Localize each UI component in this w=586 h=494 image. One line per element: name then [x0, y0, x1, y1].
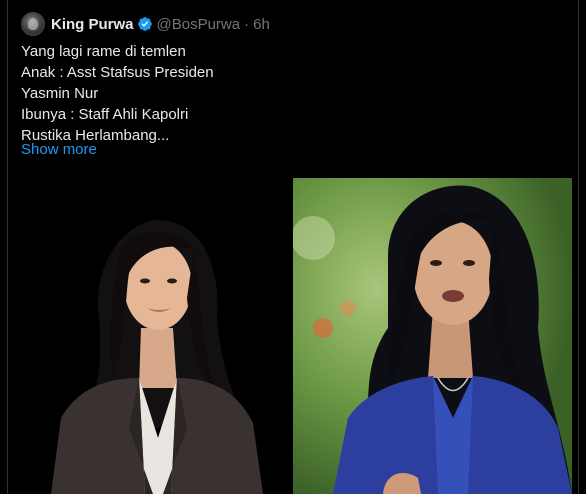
tweet-line: Anak : Asst Stafsus Presiden	[21, 64, 214, 81]
show-more-link[interactable]: Show more	[21, 141, 97, 158]
timestamp[interactable]: 6h	[253, 16, 270, 33]
tweet-photo-right[interactable]	[293, 178, 572, 494]
tweet-header: King Purwa @BosPurwa · 6h	[21, 12, 270, 36]
tweet-text: Yang lagi rame di temlen Anak : Asst Sta…	[21, 41, 561, 146]
portrait-illustration	[293, 178, 572, 494]
tweet-line: Ibunya : Staff Ahli Kapolri	[21, 106, 189, 123]
separator-dot: ·	[244, 15, 250, 33]
avatar[interactable]	[21, 12, 45, 36]
handle[interactable]: @BosPurwa	[157, 16, 241, 33]
display-name[interactable]: King Purwa	[51, 16, 134, 33]
verified-badge-icon	[137, 17, 152, 31]
tweet-card[interactable]: King Purwa @BosPurwa · 6h Yang lagi rame…	[7, 0, 579, 494]
tweet-line: Rustika Herlambang...	[21, 127, 170, 144]
tweet-line: Yasmin Nur	[21, 85, 99, 102]
portrait-illustration	[21, 178, 287, 494]
tweet-line: Yang lagi rame di temlen	[21, 43, 186, 60]
tweet-photo-left[interactable]	[21, 178, 287, 494]
